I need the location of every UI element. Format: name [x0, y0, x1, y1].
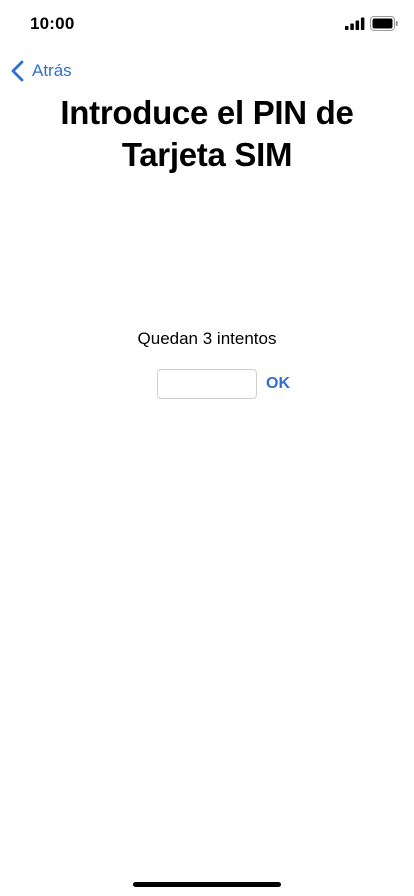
cellular-signal-icon	[345, 17, 365, 30]
page-title: Introduce el PIN de Tarjeta SIM	[60, 94, 354, 173]
pin-entry-row: OK	[157, 369, 290, 399]
chevron-left-icon	[11, 60, 24, 82]
pin-input[interactable]	[157, 369, 257, 399]
status-bar: 10:00	[0, 0, 414, 48]
back-button[interactable]: Atrás	[10, 58, 72, 84]
status-time: 10:00	[30, 14, 75, 33]
ok-button[interactable]: OK	[266, 375, 290, 393]
back-label: Atrás	[32, 61, 72, 80]
home-indicator[interactable]	[133, 882, 281, 887]
battery-full-icon	[370, 16, 398, 31]
attempts-remaining-text: Quedan 3 intentos	[137, 329, 277, 348]
